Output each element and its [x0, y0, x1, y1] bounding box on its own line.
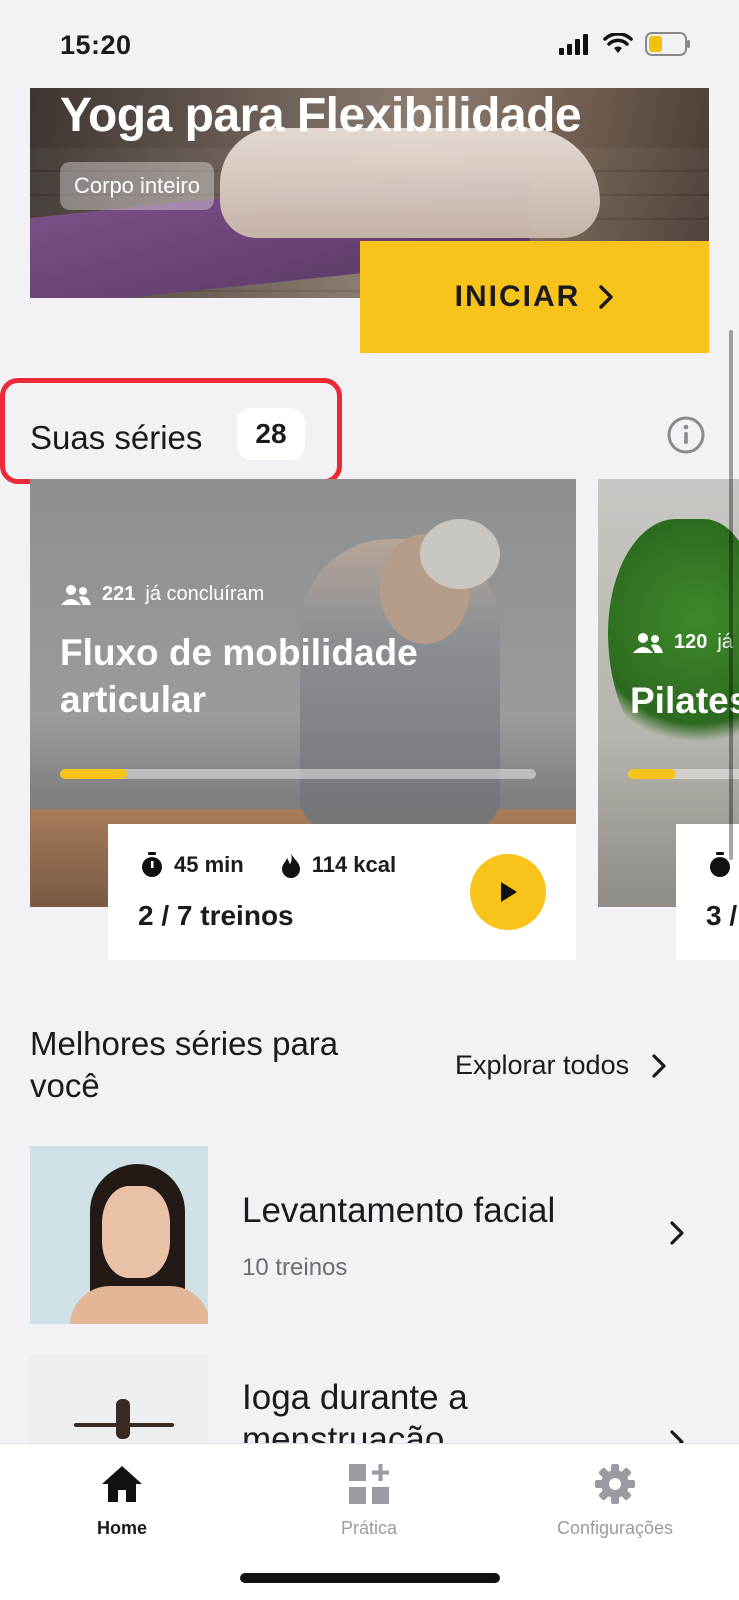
play-icon: [501, 882, 517, 902]
practice-icon: [349, 1464, 389, 1504]
series-card-info: 45 min 114 kcal 2 / 7 treinos: [108, 824, 576, 960]
completed-info: 120 já: [632, 631, 733, 654]
list-item[interactable]: Levantamento facial 10 treinos: [30, 1146, 709, 1324]
explore-all-link[interactable]: Explorar todos: [455, 1050, 667, 1081]
duration-text: 45 min: [174, 852, 244, 877]
hero-person-image: [220, 128, 600, 238]
chevron-right-icon: [599, 285, 614, 309]
series-workouts: 10 treinos: [242, 1254, 348, 1281]
status-time: 15:20: [60, 30, 132, 60]
series-card-title: Fluxo de mobilidade articular: [60, 632, 418, 720]
series-progress-bar: [60, 769, 536, 779]
play-button[interactable]: [470, 854, 546, 930]
series-card-title: Pilates: [630, 680, 739, 721]
completed-count: 120: [674, 631, 708, 653]
workouts-progress-text: 2 / 7 treinos: [138, 900, 294, 931]
tab-label: Prática: [340, 1518, 398, 1538]
status-bar: 15:20: [0, 0, 739, 88]
chevron-right-icon: [670, 1221, 684, 1245]
completed-info: 221 já concluíram: [60, 583, 264, 606]
tab-label: Configurações: [556, 1518, 674, 1538]
home-indicator: [240, 1573, 500, 1583]
hero-tag: Corpo inteiro: [60, 162, 214, 210]
battery-icon: [645, 32, 690, 56]
gear-icon: [595, 1464, 635, 1504]
tab-settings[interactable]: Configurações: [515, 1462, 715, 1539]
your-series-header: Suas séries 28: [0, 378, 342, 484]
completed-count: 221: [102, 583, 136, 605]
chevron-right-icon: [652, 1053, 666, 1078]
series-thumbnail: [30, 1146, 208, 1324]
tab-home[interactable]: Home: [22, 1462, 222, 1539]
start-button-label: INICIAR: [454, 280, 581, 313]
series-name: Levantamento facial: [242, 1191, 556, 1230]
flame-icon: [281, 853, 300, 878]
calories-text: 114 kcal: [311, 852, 397, 877]
best-series-title: Melhores séries para você: [30, 1025, 339, 1104]
explore-all-label: Explorar todos: [455, 1050, 630, 1080]
series-progress-fill: [628, 769, 676, 779]
series-progress-bar: [628, 769, 739, 779]
series-progress-fill: [60, 769, 127, 779]
start-button[interactable]: INICIAR: [360, 241, 709, 353]
workouts-progress-text: 3 /: [706, 900, 738, 931]
users-icon: [61, 584, 91, 605]
scrollbar[interactable]: [729, 330, 733, 860]
home-icon: [102, 1466, 142, 1502]
wifi-icon: [603, 33, 633, 53]
tab-practice[interactable]: Prática: [269, 1462, 469, 1539]
hero-title: Yoga para Flexibilidade: [60, 89, 582, 142]
your-series-count-badge: 28: [237, 408, 305, 460]
tab-label: Home: [96, 1518, 147, 1538]
your-series-label: Suas séries: [30, 419, 203, 456]
completed-suffix: já concluíram: [145, 583, 265, 605]
stopwatch-icon: [142, 852, 162, 877]
info-icon[interactable]: [666, 415, 706, 455]
signal-icon: [559, 34, 588, 55]
users-icon: [633, 632, 663, 653]
